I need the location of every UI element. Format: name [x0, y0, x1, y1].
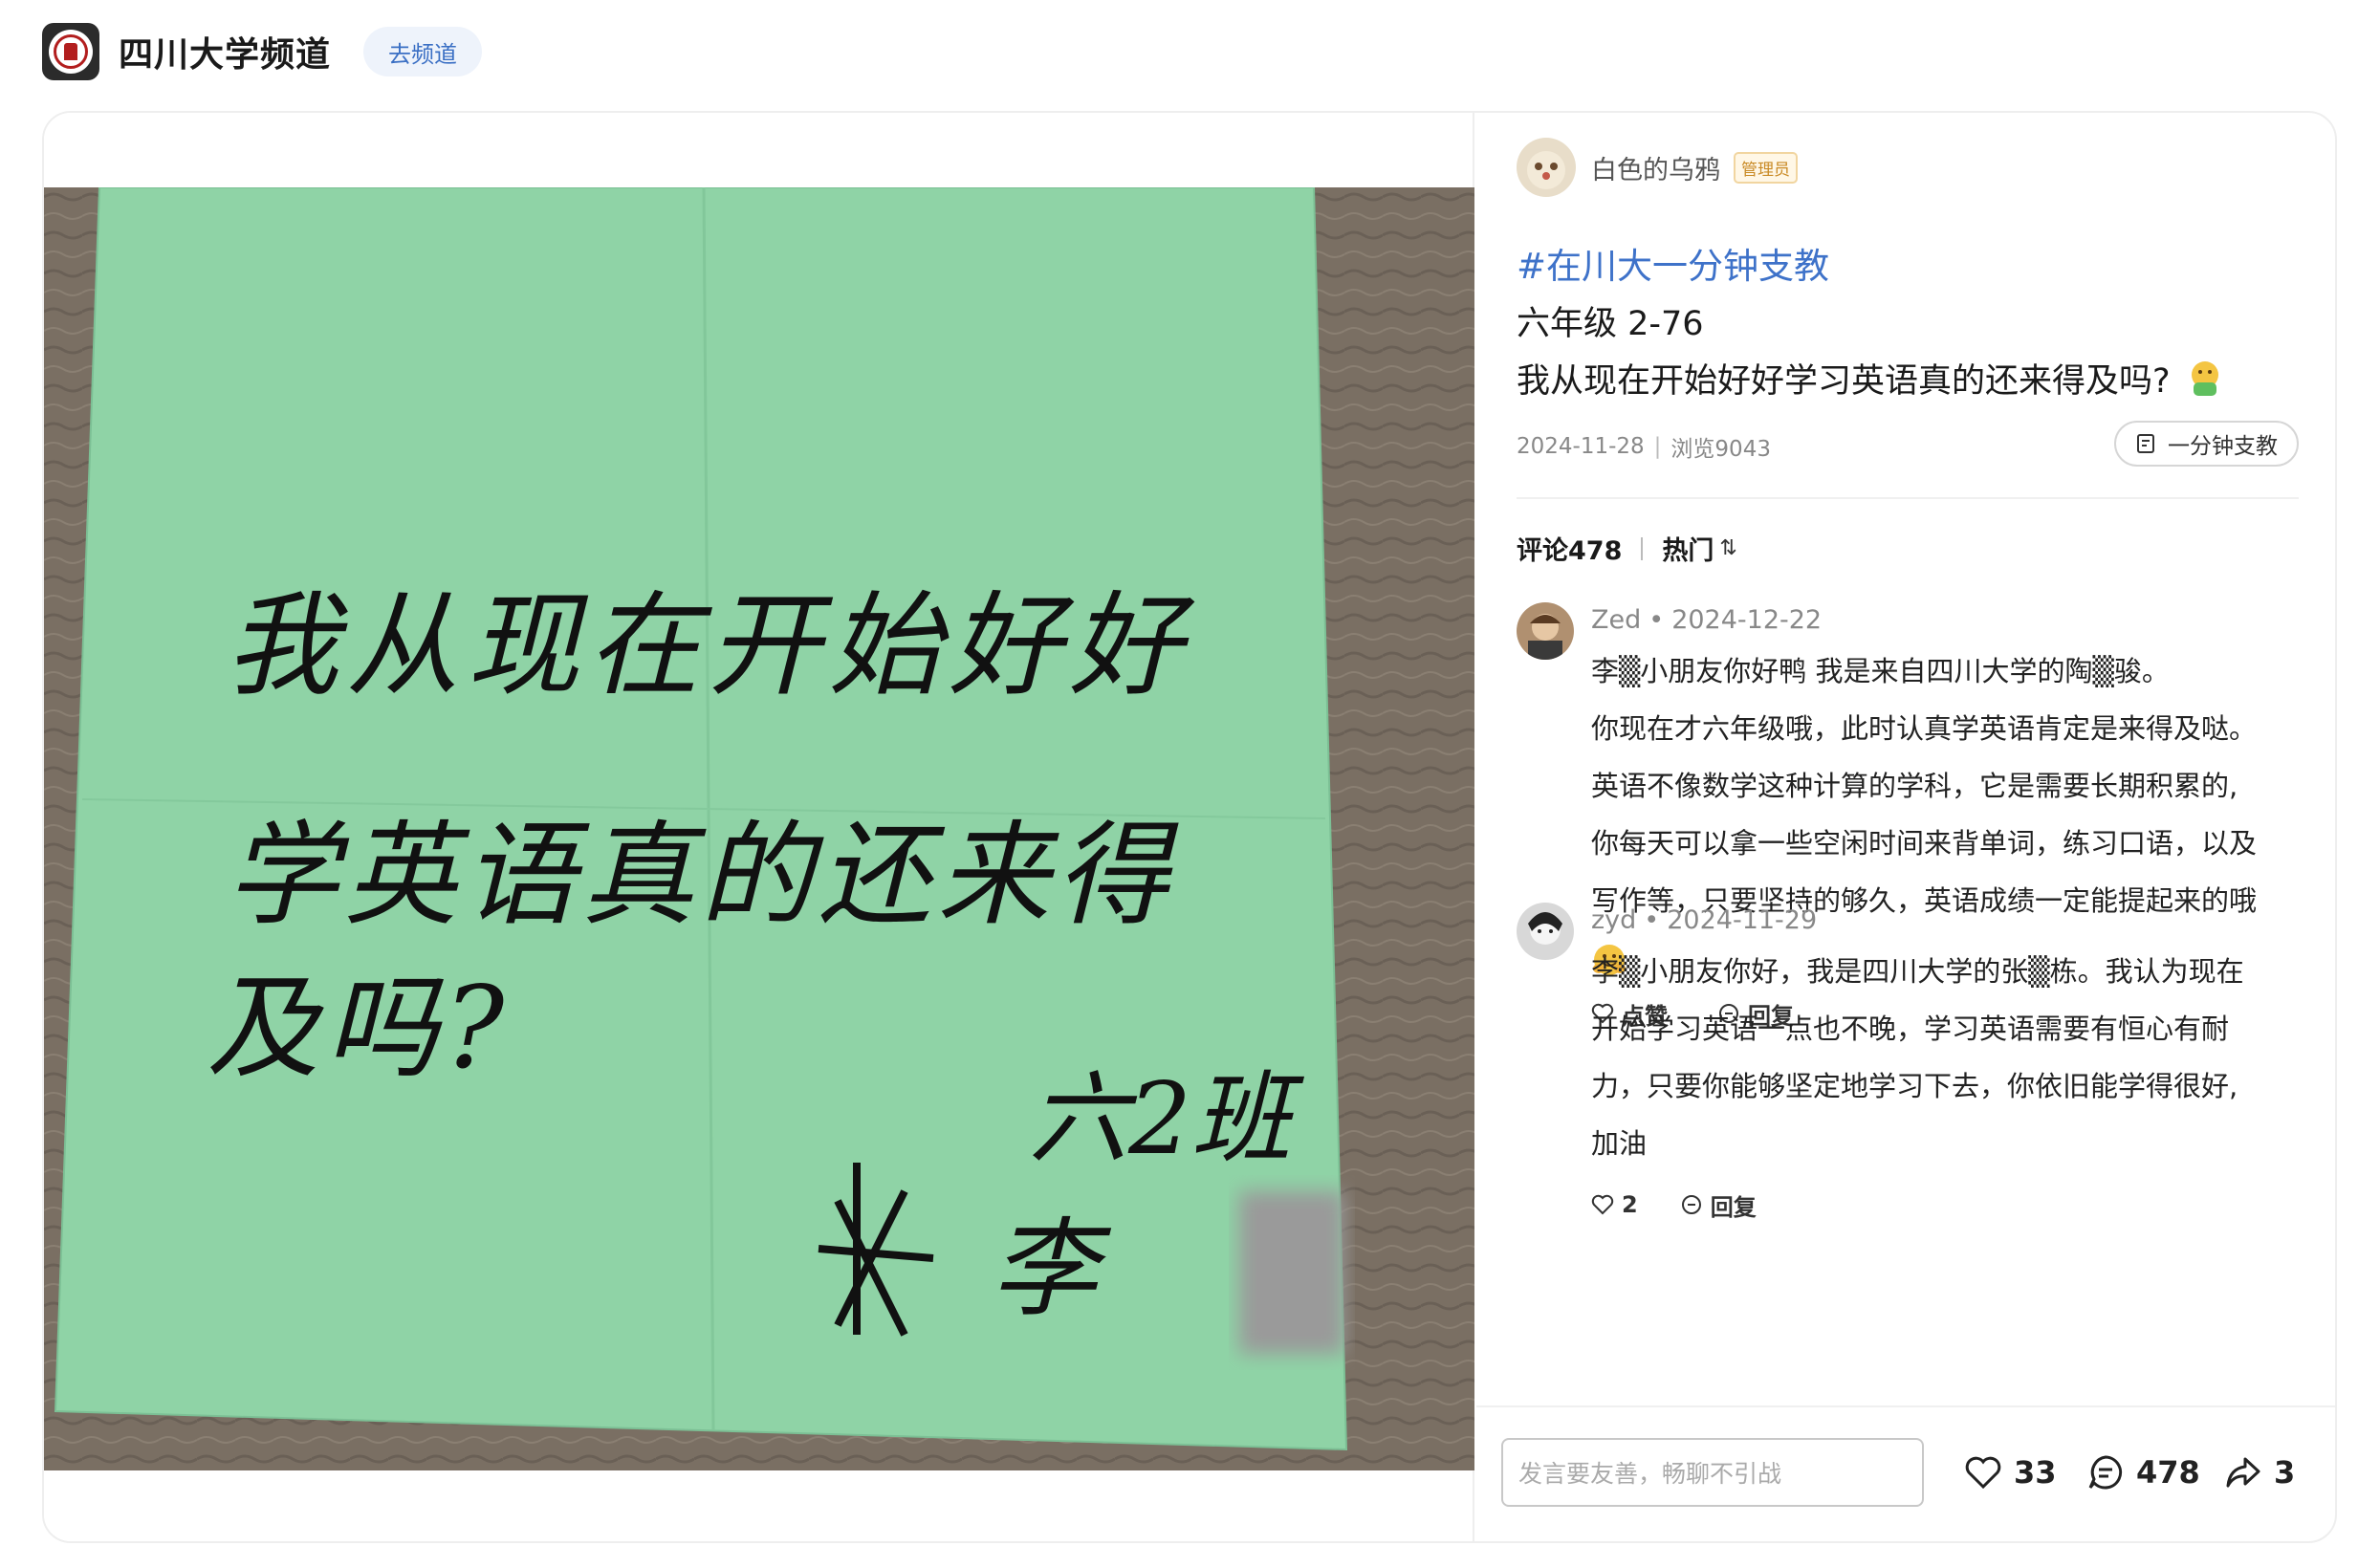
share-icon	[2226, 1457, 2260, 1488]
channel-logo[interactable]	[42, 23, 99, 80]
post-meta: 2024-11-28 | 浏览9043	[1517, 430, 1771, 463]
comment-line: 力，只要你能够坚定地学习下去，你依旧能学得很好,	[1591, 1070, 2238, 1102]
like-count: 2	[1622, 1191, 1638, 1218]
share-count: 3	[2274, 1454, 2296, 1491]
comment-item: Zed • 2024-12-22 李▒小朋友你好鸭 我是来自四川大学的陶▒骏。 …	[1517, 602, 2301, 1030]
post-views: 浏览9043	[1670, 437, 1771, 462]
topic-tag-label: 一分钟支教	[2168, 434, 2278, 459]
author-avatar[interactable]	[1517, 138, 1576, 197]
comment-text: 李▒小朋友你好，我是四川大学的张▒栋。我认为现在 开始学习英语一点也不晚，学习英…	[1591, 943, 2301, 1172]
comment-line: 你每天可以拿一些空闲时间来背单词，练习口语，以及	[1591, 827, 2258, 860]
comment-line: 加油	[1591, 1127, 1648, 1160]
post-media: 我从现在开始好好 学英语真的还来得 及吗? 六2班 李	[44, 113, 1474, 1541]
comment-date: 2024-12-22	[1671, 604, 1823, 635]
channel-header: 四川大学频道 去频道	[42, 21, 483, 82]
header-dot: •	[1644, 904, 1660, 935]
commenter-name[interactable]: zyd	[1591, 905, 1636, 935]
comment-post-button[interactable]: 478	[2086, 1444, 2200, 1501]
heart-icon	[1591, 1194, 1614, 1215]
comment-actions: 2 回复	[1591, 1186, 2301, 1224]
note-line-3: 及吗?	[207, 962, 510, 1094]
comment-body: zyd • 2024-11-29 李▒小朋友你好，我是四川大学的张▒栋。我认为现…	[1591, 903, 2301, 1224]
comment-header: zyd • 2024-11-29	[1591, 903, 2301, 937]
note-line-1: 我从现在开始好好	[226, 579, 1195, 711]
thinking-emoji-icon	[2191, 360, 2218, 396]
comment-count: 评论478	[1517, 536, 1623, 566]
commenter-avatar[interactable]	[1517, 602, 1574, 660]
channel-name[interactable]: 四川大学频道	[119, 27, 331, 76]
author-name[interactable]: 白色的乌鸦	[1591, 149, 1720, 186]
comment-line: 开始学习英语一点也不晚，学习英语需要有恒心有耐	[1591, 1013, 2230, 1045]
like-count: 33	[2014, 1454, 2057, 1491]
note-signature-name: 李	[991, 1208, 1112, 1332]
post-photo[interactable]: 我从现在开始好好 学英语真的还来得 及吗? 六2班 李	[44, 187, 1474, 1470]
comment-line: 李▒小朋友你好鸭 我是来自四川大学的陶▒骏。	[1591, 655, 2170, 687]
note-line-2: 学英语真的还来得	[226, 809, 1179, 941]
reply-button[interactable]: 回复	[1680, 1188, 1757, 1222]
post-card: 我从现在开始好好 学英语真的还来得 及吗? 六2班 李 白色的乌鸦 管理员 #在…	[42, 111, 2337, 1543]
header-dot: •	[1648, 604, 1665, 635]
like-post-button[interactable]: 33	[1964, 1444, 2057, 1501]
comment-input-placeholder: 发言要友善，畅聊不引战	[1518, 1460, 1782, 1488]
comment-date: 2024-11-29	[1667, 904, 1818, 935]
go-channel-button[interactable]: 去频道	[363, 27, 483, 76]
comment-icon	[1681, 1195, 1701, 1214]
comment-header: Zed • 2024-12-22	[1591, 602, 2301, 637]
topic-tag-button[interactable]: 一分钟支教	[2114, 421, 2299, 467]
commenter-avatar[interactable]	[1517, 903, 1574, 960]
tab-separator	[1641, 536, 1644, 560]
admin-badge: 管理员	[1734, 151, 1798, 184]
post-line-2: 我从现在开始好好学习英语真的还来得及吗?	[1517, 362, 2171, 401]
comment-line: 李▒小朋友你好，我是四川大学的张▒栋。我认为现在	[1591, 955, 2244, 988]
comment-line: 英语不像数学这种计算的学科，它是需要长期积累的,	[1591, 770, 2238, 802]
comment-count: 478	[2136, 1454, 2200, 1491]
reply-label: 回复	[1710, 1193, 1757, 1221]
share-post-button[interactable]: 3	[2224, 1444, 2295, 1501]
post-date: 2024-11-28	[1517, 434, 1645, 459]
bottom-divider	[1476, 1405, 2335, 1407]
post-line-1: 六年级 2-76	[1517, 305, 1704, 343]
section-divider	[1517, 497, 2299, 499]
post-line-2-wrap: 我从现在开始好好学习英语真的还来得及吗?	[1517, 354, 2222, 403]
post-hashtag[interactable]: #在川大一分钟支教	[1517, 237, 1829, 289]
like-button[interactable]: 2	[1591, 1191, 1638, 1218]
edit-icon	[2137, 434, 2154, 453]
university-seal-icon	[49, 30, 93, 74]
sort-hot-button[interactable]: 热门	[1662, 530, 1714, 567]
sort-icon[interactable]: ⇅	[1719, 536, 1736, 560]
note-signature-class: 六2班	[1029, 1060, 1304, 1177]
post-author: 白色的乌鸦 管理员	[1517, 138, 1798, 197]
comment-line: 你现在才六年级哦，此时认真学英语肯定是来得及哒。	[1591, 712, 2258, 745]
comment-item: zyd • 2024-11-29 李▒小朋友你好，我是四川大学的张▒栋。我认为现…	[1517, 903, 2301, 1221]
comment-icon	[2088, 1455, 2123, 1490]
meta-separator: |	[1653, 434, 1662, 459]
commenter-name[interactable]: Zed	[1591, 605, 1641, 635]
comment-input[interactable]: 发言要友善，畅聊不引战	[1501, 1438, 1924, 1507]
comment-tabs: 评论478 热门 ⇅	[1517, 530, 1737, 567]
post-sidebar: 白色的乌鸦 管理员 #在川大一分钟支教 六年级 2-76 我从现在开始好好学习英…	[1476, 113, 2335, 1541]
heart-icon	[1965, 1456, 2001, 1490]
